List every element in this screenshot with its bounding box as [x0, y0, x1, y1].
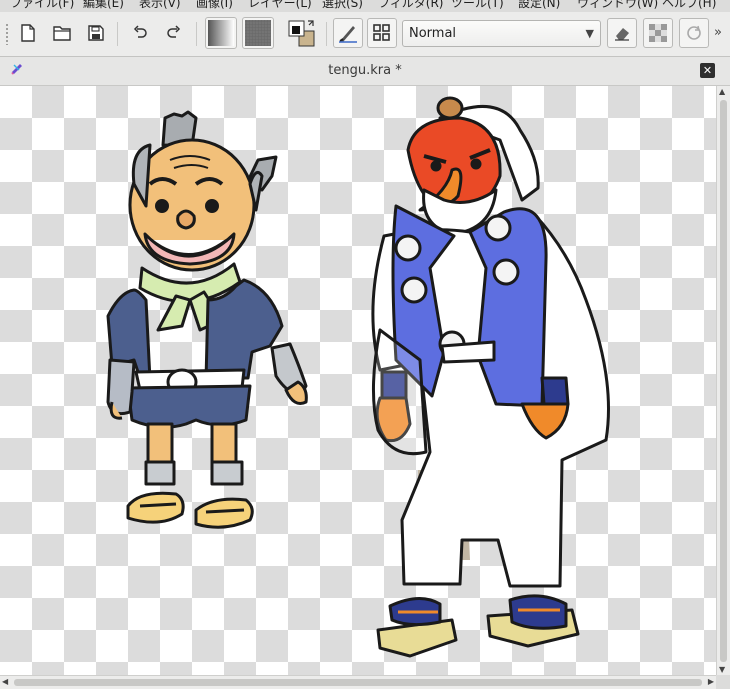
redo-icon — [167, 25, 181, 38]
main-toolbar: Normal ▼ » — [0, 12, 730, 57]
toolbar-grip-icon[interactable] — [5, 23, 9, 45]
menu-layer[interactable]: レイヤー(L) — [248, 0, 312, 11]
reload-preset-icon — [687, 25, 701, 40]
gradient-icon — [208, 20, 234, 46]
toolbar-separator — [196, 22, 197, 46]
menu-settings[interactable]: 設定(N) — [518, 0, 560, 11]
new-document-icon — [21, 24, 35, 42]
menu-window[interactable]: ウィンドウ(W) — [577, 0, 658, 11]
close-icon: ✕ — [702, 64, 713, 77]
close-document-button[interactable]: ✕ — [700, 63, 715, 78]
open-document-button[interactable] — [48, 19, 76, 47]
chevron-down-icon: ▼ — [585, 27, 594, 40]
brush-preset-button[interactable] — [333, 18, 363, 48]
menu-view[interactable]: 表示(V) — [139, 0, 181, 11]
workspace-button[interactable] — [367, 18, 397, 48]
reload-preset-button[interactable] — [679, 18, 709, 48]
toolbar-separator — [326, 22, 327, 46]
brush-preset-icon — [339, 26, 357, 43]
horizontal-scrollbar[interactable]: ◀ ▶ — [0, 675, 716, 689]
save-icon — [88, 25, 104, 41]
preserve-alpha-icon — [649, 24, 667, 42]
scroll-corner — [716, 675, 730, 689]
eraser-icon — [615, 28, 629, 41]
fg-bg-color-icon — [288, 20, 315, 47]
redo-button[interactable] — [160, 19, 188, 47]
menu-help[interactable]: ヘルプ(H) — [662, 0, 716, 11]
scroll-right-icon[interactable]: ▶ — [708, 677, 714, 686]
blend-mode-value: Normal — [409, 26, 457, 41]
open-folder-icon — [53, 26, 71, 41]
horizontal-scroll-thumb[interactable] — [14, 679, 702, 686]
scroll-left-icon[interactable]: ◀ — [2, 677, 8, 686]
scroll-up-icon[interactable]: ▲ — [719, 87, 725, 96]
document-tab-bar: tengu.kra * ✕ — [0, 57, 730, 86]
menu-file[interactable]: ファイル(F) — [10, 0, 74, 11]
menu-edit[interactable]: 編集(E) — [83, 0, 124, 11]
vertical-scroll-thumb[interactable] — [720, 100, 727, 662]
pattern-icon — [245, 20, 271, 46]
old-man-figure — [106, 110, 308, 529]
new-document-button[interactable] — [14, 19, 42, 47]
menubar: ファイル(F) 編集(E) 表示(V) 画像(I) レイヤー(L) 選択(S) … — [0, 0, 730, 12]
save-button[interactable] — [82, 19, 110, 47]
toolbar-overflow-icon[interactable]: » — [714, 25, 722, 40]
canvas-area[interactable] — [0, 86, 716, 675]
undo-icon — [133, 25, 147, 38]
pattern-selector[interactable] — [242, 17, 274, 49]
menu-image[interactable]: 画像(I) — [196, 0, 233, 11]
artwork — [106, 96, 610, 658]
undo-button[interactable] — [126, 19, 154, 47]
vertical-scrollbar[interactable]: ▲ ▼ — [716, 86, 730, 675]
gradient-selector[interactable] — [205, 17, 237, 49]
document-title: tengu.kra * — [328, 63, 402, 78]
preserve-alpha-button[interactable] — [643, 18, 673, 48]
tengu-figure — [371, 96, 610, 658]
color-selector[interactable] — [284, 19, 320, 47]
scroll-down-icon[interactable]: ▼ — [719, 665, 725, 674]
blend-mode-select[interactable]: Normal ▼ — [402, 20, 601, 47]
menu-filter[interactable]: フィルタ(R) — [378, 0, 443, 11]
toolbar-separator — [117, 22, 118, 46]
menu-tools[interactable]: ツール(T) — [451, 0, 504, 11]
workspace-icon — [373, 24, 390, 41]
menu-select[interactable]: 選択(S) — [322, 0, 363, 11]
eraser-mode-button[interactable] — [607, 18, 637, 48]
